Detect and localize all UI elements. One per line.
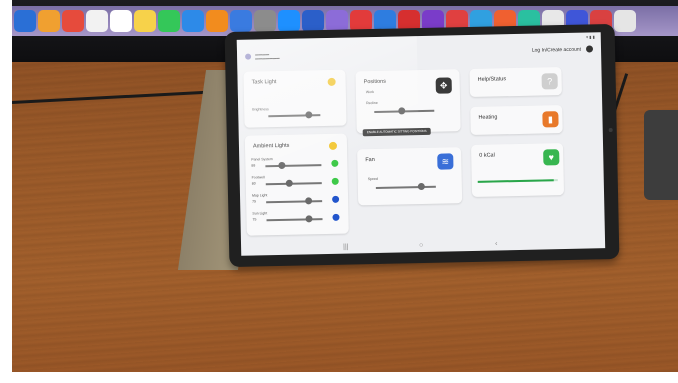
slider-knob[interactable]: [417, 182, 425, 191]
slider-label: Brightness: [252, 107, 269, 112]
slider-knob[interactable]: [397, 107, 405, 115]
dock-app-icon: [134, 10, 156, 32]
status-dot-icon[interactable]: [332, 213, 340, 221]
slider-value: 75: [252, 199, 257, 204]
tablet-screen: ▾ ▮ ▮ ▬▬▬▬ ▬▬▬▬▬▬▬ Log In/Create account …: [236, 32, 606, 256]
card-title: Help/Status: [477, 76, 507, 83]
slider-label: Panel System: [251, 157, 273, 162]
status-dot-icon[interactable]: [331, 159, 339, 167]
login-link[interactable]: Log In/Create account: [532, 47, 581, 54]
slider-value: 88: [251, 163, 256, 168]
ambient-slider[interactable]: [266, 197, 323, 205]
camera-icon: [608, 128, 613, 133]
card-title: Positions: [363, 78, 387, 86]
position-label: Recline: [366, 100, 378, 106]
slider-label: Sun Light: [252, 211, 268, 216]
fan-speed-slider[interactable]: [375, 182, 436, 191]
card-title: Fan: [365, 156, 375, 164]
account-icon[interactable]: [585, 45, 594, 53]
positions-icon[interactable]: ✥: [435, 77, 452, 94]
dock-app-icon: [230, 10, 252, 32]
fan-icon[interactable]: ≋: [437, 153, 454, 170]
heart-icon[interactable]: ♥: [543, 149, 560, 166]
cable: [12, 90, 212, 104]
slider-value: 80: [251, 181, 256, 186]
dock-app-icon: [614, 10, 636, 32]
dock-app-icon: [62, 10, 84, 32]
card-title: 0 kCal: [479, 152, 495, 159]
position-label: Work: [365, 89, 375, 95]
slider-label: Map Light: [251, 193, 268, 198]
slider-value: 75: [252, 217, 257, 222]
android-nav-bar: ||| ○ ‹: [241, 234, 605, 256]
dock-app-icon: [206, 10, 228, 32]
ambient-slider[interactable]: [265, 179, 322, 187]
slider-knob[interactable]: [304, 215, 313, 223]
app-header: ▬▬▬▬ ▬▬▬▬▬▬▬: [255, 52, 280, 61]
slider-label: Footwell: [251, 175, 265, 180]
card-fan[interactable]: Fan ≋ Speed: [357, 147, 463, 206]
device-on-desk: [644, 110, 678, 200]
card-task-light[interactable]: Task Light Brightness: [243, 69, 347, 128]
dock-app-icon: [254, 10, 276, 32]
slider-knob[interactable]: [305, 111, 313, 119]
brightness-slider[interactable]: [268, 111, 321, 119]
card-kcal[interactable]: 0 kCal ♥: [470, 143, 565, 197]
card-title: Heating: [478, 114, 498, 121]
dock-app-icon: [278, 10, 300, 32]
card-title: Task Light: [251, 79, 277, 86]
positions-slider[interactable]: [374, 107, 435, 115]
photo-scene: ▾ ▮ ▮ ▬▬▬▬ ▬▬▬▬▬▬▬ Log In/Create account …: [12, 0, 678, 372]
ambient-slider[interactable]: [265, 161, 322, 170]
card-ambient-lights[interactable]: Ambient Lights Panel System 88 Footwell 80 M…: [244, 133, 349, 236]
home-icon[interactable]: ○: [419, 242, 423, 249]
card-help-status[interactable]: Help/Status ?: [469, 67, 562, 97]
back-icon[interactable]: ‹: [495, 240, 497, 247]
kcal-progress: [477, 179, 558, 183]
bulb-icon[interactable]: [327, 77, 336, 86]
bulb-icon[interactable]: [328, 141, 338, 150]
dock-app-icon: [110, 10, 132, 32]
slider-knob[interactable]: [304, 197, 312, 205]
recents-icon[interactable]: |||: [343, 244, 349, 251]
tooltip: ENABLE AUTOMATIC SITTING POSITIONS: [362, 127, 431, 137]
dock-app-icon: [158, 10, 180, 32]
help-icon[interactable]: ?: [541, 73, 558, 90]
slider-knob[interactable]: [285, 179, 293, 187]
dock-app-icon: [86, 10, 108, 32]
card-title: Ambient Lights: [252, 142, 290, 150]
status-bar: ▾ ▮ ▮: [586, 34, 595, 40]
dock-app-icon: [302, 10, 324, 32]
dock-app-icon: [38, 10, 60, 32]
status-dot-icon[interactable]: [332, 195, 340, 203]
thermometer-icon[interactable]: ▮: [542, 111, 559, 128]
dock-app-icon: [14, 10, 36, 32]
card-heating[interactable]: Heating ▮: [470, 105, 563, 135]
card-positions[interactable]: Positions Work Recline ✥: [355, 69, 461, 134]
status-dot-icon[interactable]: [331, 177, 339, 185]
slider-knob[interactable]: [278, 161, 286, 170]
ambient-slider[interactable]: [266, 215, 323, 223]
progress-fill: [477, 179, 554, 183]
slider-label: Speed: [367, 176, 378, 182]
app-logo-icon: [245, 53, 252, 60]
dock-app-icon: [182, 10, 204, 32]
tablet-device: ▾ ▮ ▮ ▬▬▬▬ ▬▬▬▬▬▬▬ Log In/Create account …: [224, 23, 620, 268]
